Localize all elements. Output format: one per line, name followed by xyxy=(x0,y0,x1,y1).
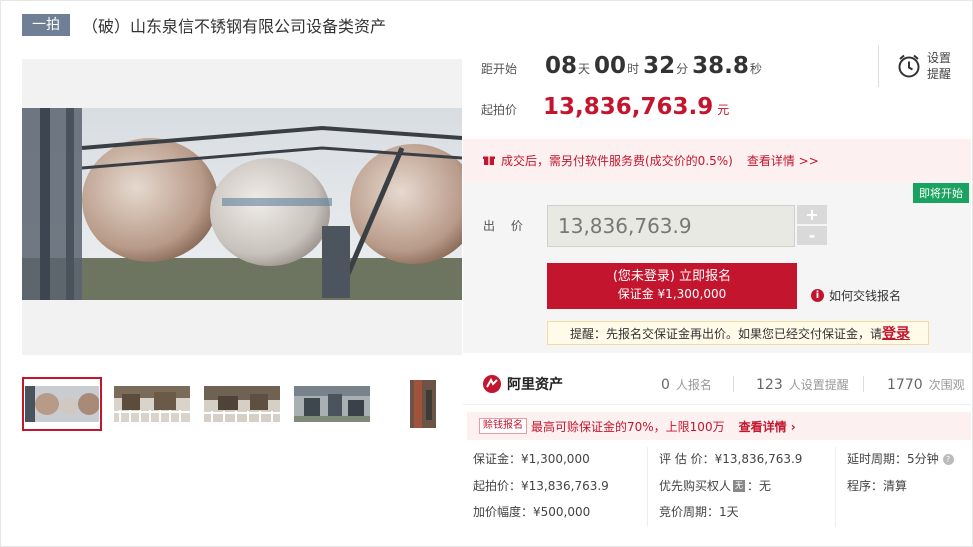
thumbnail-2[interactable] xyxy=(112,377,192,431)
reminder-count: 123 人设置提醒 xyxy=(756,376,849,393)
stats-row: 阿里资产 0 人报名 123 人设置提醒 1770 次围观 xyxy=(463,365,971,405)
extension-period-info: 延时周期：5分钟? xyxy=(847,447,954,474)
start-price-value: 13,836,763.9 xyxy=(543,94,714,120)
stats-divider xyxy=(863,376,864,392)
status-badge: 即将开始 xyxy=(913,183,969,203)
procedure-info: 程序：清算 xyxy=(847,478,908,493)
reminder-count-label: 人设置提醒 xyxy=(788,378,849,392)
tank-photo xyxy=(22,108,462,300)
preemptive-buyer-info: 优先购买权人无：无 xyxy=(659,474,802,501)
fee-details-link[interactable]: 查看详情 >> xyxy=(747,152,819,169)
ali-asset-logo-icon xyxy=(483,375,501,393)
auction-page: 一拍 （破）山东泉信不锈钢有限公司设备类资产 距开始 08 天 00 时 32 … xyxy=(0,0,973,547)
gift-icon xyxy=(483,156,495,165)
reminder-count-value: 123 xyxy=(756,377,783,393)
fee-notice: 成交后，需另付软件服务费(成交价的0.5%) 查看详情 >> xyxy=(463,139,971,181)
set-reminder-button[interactable]: 设置提醒 xyxy=(878,45,955,87)
view-count-value: 1770 xyxy=(887,377,923,393)
decrease-bid-button[interactable]: - xyxy=(797,226,827,245)
start-price-label: 起拍价 xyxy=(481,103,518,117)
start-price-info: 起拍价：¥13,836,763.9 xyxy=(473,478,609,493)
title-row: 一拍 （破）山东泉信不锈钢有限公司设备类资产 xyxy=(22,13,386,37)
fee-notice-text: 成交后，需另付软件服务费(成交价的0.5%) xyxy=(501,153,733,168)
zoom-button[interactable] xyxy=(440,333,462,355)
register-button-label: (您未登录) 立即报名 xyxy=(612,269,732,284)
view-count-label: 次围观 xyxy=(928,378,965,392)
countdown-days: 08 xyxy=(545,53,578,79)
details-col-3: 延时周期：5分钟? 程序：清算 xyxy=(847,447,954,500)
register-button[interactable]: (您未登录) 立即报名 保证金 ¥1,300,000 xyxy=(547,263,797,309)
brand-logo: 阿里资产 xyxy=(483,374,563,394)
preemptive-label: 优先购买权人 xyxy=(659,478,732,493)
bidding-cycle-info: 竞价周期：1天 xyxy=(659,505,739,519)
none-marker-icon: 无 xyxy=(733,480,746,492)
round-tag: 一拍 xyxy=(22,14,70,36)
auction-details: 保证金：¥1,300,000 起拍价：¥13,836,763.9 加价幅度：¥5… xyxy=(463,447,971,537)
credit-badge: 赊钱报名 xyxy=(479,418,527,434)
view-count: 1770 次围观 xyxy=(887,376,965,393)
extension-period-text: 延时周期：5分钟 xyxy=(847,452,939,466)
countdown-hours: 00 xyxy=(594,53,627,79)
credit-registration-promo: 赊钱报名 最高可赊保证金的70%，上限100万 查看详情 › xyxy=(467,412,971,440)
alarm-clock-icon xyxy=(898,54,920,78)
brand-name: 阿里资产 xyxy=(507,377,563,393)
thumbnail-strip xyxy=(22,377,472,431)
how-to-pay-label: 如何交钱报名 xyxy=(829,289,902,303)
promo-text: 最高可赊保证金的70%，上限100万 xyxy=(531,419,725,434)
countdown-hours-unit: 时 xyxy=(627,62,640,76)
thumbnail-5[interactable] xyxy=(382,377,462,431)
registration-count-label: 人报名 xyxy=(675,378,712,392)
bid-amount-input[interactable]: 13,836,763.9 xyxy=(547,205,795,247)
increment-info: 加价幅度：¥500,000 xyxy=(473,505,591,519)
stats-divider xyxy=(733,376,734,392)
preemptive-value: ：无 xyxy=(747,478,772,493)
increase-bid-button[interactable]: + xyxy=(797,205,827,224)
promo-details-label: 查看详情 xyxy=(738,419,787,434)
appraisal-info: 评 估 价：¥13,836,763.9 xyxy=(659,452,803,466)
set-reminder-label: 设置提醒 xyxy=(927,51,952,81)
login-hint: 提醒：先报名交保证金再出价。如果您已经交付保证金，请 登录 xyxy=(547,321,929,345)
registration-count: 0 人报名 xyxy=(661,376,712,393)
how-to-pay-link[interactable]: i 如何交钱报名 xyxy=(811,287,901,304)
countdown-minutes-unit: 分 xyxy=(676,62,689,76)
countdown-seconds: 38.8 xyxy=(692,53,749,79)
thumbnail-4[interactable] xyxy=(292,377,372,431)
start-price-row: 起拍价 13,836,763.9 元 xyxy=(481,94,729,120)
countdown-days-unit: 天 xyxy=(578,62,591,76)
register-deposit-label: 保证金 ¥1,300,000 xyxy=(617,287,727,301)
registration-count-value: 0 xyxy=(661,377,670,393)
bid-label: 出 价 xyxy=(483,219,529,233)
login-hint-text: 提醒：先报名交保证金再出价。如果您已经交付保证金，请 xyxy=(570,326,883,341)
details-divider xyxy=(647,447,648,527)
chevron-right-icon: › xyxy=(790,419,796,434)
start-price-unit: 元 xyxy=(717,103,730,117)
page-title: （破）山东泉信不锈钢有限公司设备类资产 xyxy=(82,17,387,36)
login-link[interactable]: 登录 xyxy=(882,323,910,343)
details-col-1: 保证金：¥1,300,000 起拍价：¥13,836,763.9 加价幅度：¥5… xyxy=(473,447,609,527)
thumbnail-3[interactable] xyxy=(202,377,282,431)
countdown-label: 距开始 xyxy=(481,62,518,76)
promo-details-link[interactable]: 查看详情 › xyxy=(739,418,796,435)
countdown-seconds-unit: 秒 xyxy=(749,62,762,76)
countdown-minutes: 32 xyxy=(643,53,676,79)
help-icon[interactable]: ? xyxy=(942,454,954,465)
bid-panel: 即将开始 出 价 13,836,763.9 + - (您未登录) 立即报名 保证… xyxy=(463,181,971,353)
info-icon: i xyxy=(811,289,824,302)
thumbnail-1[interactable] xyxy=(22,377,102,431)
deposit-info: 保证金：¥1,300,000 xyxy=(473,452,590,466)
main-photo[interactable] xyxy=(22,59,462,355)
countdown: 距开始 08 天 00 时 32 分 38.8 秒 xyxy=(481,53,766,79)
details-divider xyxy=(835,447,836,527)
details-col-2: 评 估 价：¥13,836,763.9 优先购买权人无：无 竞价周期：1天 xyxy=(659,447,802,527)
